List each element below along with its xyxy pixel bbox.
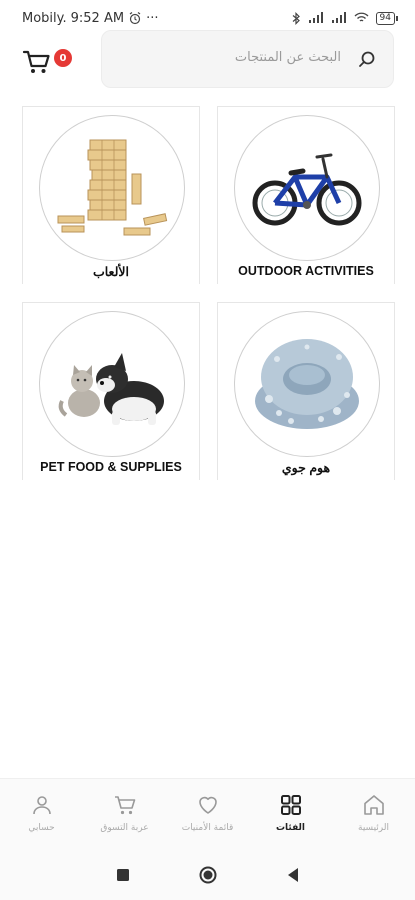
puppy-and-kitten-image	[58, 353, 164, 425]
cart-icon	[114, 796, 135, 815]
status-bar-left: Mobily. 9:52 AM ···	[22, 11, 158, 26]
category-image-frame	[39, 311, 185, 457]
header-cart-button[interactable]: 0	[22, 44, 74, 80]
grid-icon	[280, 795, 301, 815]
inflatable-chair-image	[255, 339, 359, 429]
home-button[interactable]	[198, 865, 218, 885]
nav-item-categories[interactable]: الفئات	[249, 779, 332, 850]
more-notifications-dots: ···	[146, 10, 159, 26]
nav-item-wishlist[interactable]: قائمة الأمنيات	[166, 779, 249, 850]
search-icon[interactable]	[357, 50, 377, 70]
search-bar[interactable]: البحث عن المنتجات	[101, 30, 394, 88]
alarm-icon	[129, 12, 141, 25]
category-image-frame	[234, 311, 380, 457]
category-card-toys[interactable]: الألعاب	[22, 106, 200, 284]
bicycle-image	[252, 153, 362, 226]
category-label: هوم جوي	[281, 461, 331, 475]
wooden-block-tower-image	[57, 139, 168, 236]
nav-label: حسابي	[28, 823, 55, 833]
battery-indicator: 94	[375, 11, 399, 25]
carrier-label: Mobily.	[22, 10, 67, 26]
category-image-frame	[234, 115, 380, 261]
back-button[interactable]	[286, 867, 300, 883]
category-image-frame	[39, 115, 185, 261]
nav-item-home[interactable]: الرئيسية	[332, 779, 415, 850]
cart-count-badge: 0	[54, 49, 72, 67]
nav-item-cart[interactable]: عربة التسوق	[83, 779, 166, 850]
clock-time: 9:52 AM	[70, 10, 125, 26]
nav-label: الرئيسية	[358, 823, 389, 833]
status-bar-right: 94	[292, 11, 399, 25]
bluetooth-icon	[292, 11, 300, 25]
nav-item-account[interactable]: حسابي	[0, 779, 83, 850]
cart-icon	[22, 50, 50, 73]
nav-label: قائمة الأمنيات	[181, 823, 234, 833]
recent-apps-button[interactable]	[116, 868, 130, 882]
category-label: OUTDOOR ACTIVITIES	[238, 264, 374, 278]
nav-label: الفئات	[275, 823, 306, 833]
system-navigation-bar	[0, 850, 415, 900]
category-card-outdoor-activities[interactable]: OUTDOOR ACTIVITIES	[217, 106, 395, 284]
category-card-pet-food-supplies[interactable]: PET FOOD & SUPPLIES	[22, 302, 200, 480]
category-label: PET FOOD & SUPPLIES	[40, 460, 182, 474]
bottom-navigation: حسابي عربة التسوق قائمة الأمنيات الفئات …	[0, 778, 415, 850]
app-header: 0 البحث عن المنتجات	[0, 30, 415, 92]
signal-icon-2	[331, 12, 346, 23]
person-icon	[32, 796, 51, 815]
signal-icon-1	[308, 12, 323, 23]
category-label: الألعاب	[92, 265, 130, 279]
category-card-home-joy[interactable]: هوم جوي	[217, 302, 395, 480]
home-icon	[363, 795, 384, 815]
search-placeholder: البحث عن المنتجات	[234, 50, 341, 65]
heart-icon	[198, 796, 217, 814]
nav-label: عربة التسوق	[100, 823, 149, 833]
wifi-icon	[354, 12, 369, 22]
